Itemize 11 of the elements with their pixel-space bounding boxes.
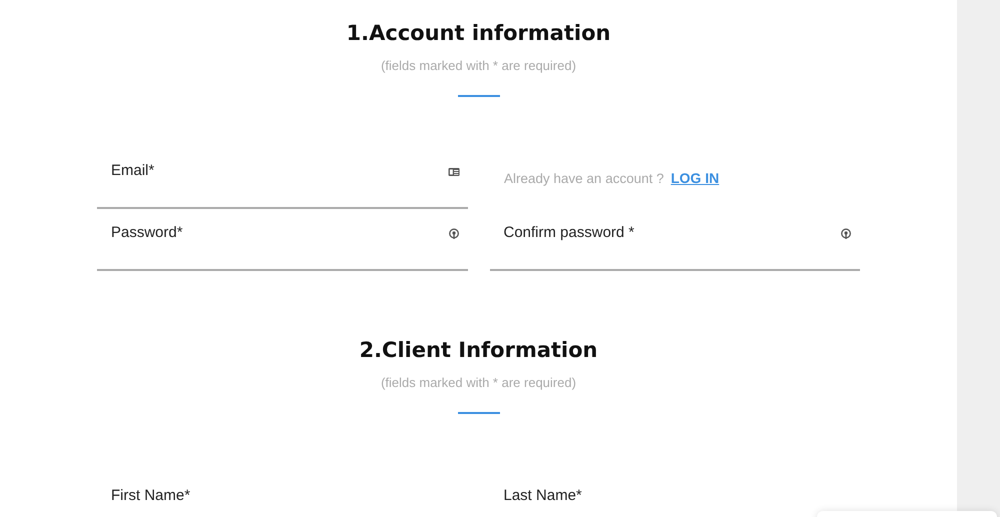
section-title: 2.Client Information [359,337,598,363]
login-prompt: Already have an account ? [504,170,664,186]
required-note: (fields marked with * are required) [380,58,576,73]
required-note: (fields marked with * are required) [380,375,576,390]
login-link[interactable]: LOG IN [670,170,720,186]
input-field[interactable]: Last Name* [490,472,860,517]
section-title: 1.Account information [346,20,611,46]
input-field[interactable]: First Name* [97,472,468,517]
input-field[interactable]: Password* [97,209,468,271]
input-field[interactable]: Email* [97,147,468,209]
input-field[interactable]: Confirm password * [490,209,860,271]
